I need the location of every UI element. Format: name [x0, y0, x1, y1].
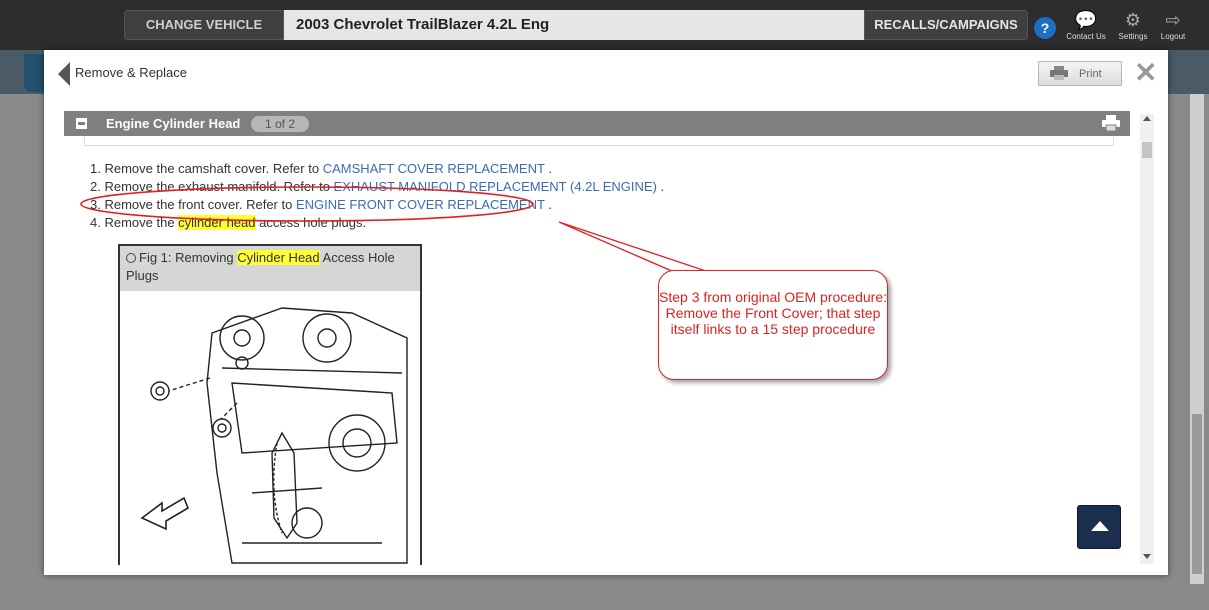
zoom-icon[interactable]	[126, 253, 136, 263]
search-highlight: cylinder head	[178, 215, 256, 230]
logout-label: Logout	[1160, 32, 1186, 41]
search-highlight: Cylinder Head	[237, 250, 320, 265]
step-4: 4. Remove the cylinder head access hole …	[90, 214, 664, 232]
gear-icon: ⚙	[1124, 10, 1142, 30]
step-number: 3.	[90, 197, 101, 212]
scroll-to-top-button[interactable]	[1077, 505, 1121, 549]
camshaft-cover-link[interactable]: CAMSHAFT COVER REPLACEMENT	[323, 161, 545, 176]
section-header[interactable]: Engine Cylinder Head 1 of 2	[64, 111, 1130, 136]
vehicle-name: 2003 Chevrolet TrailBlazer 4.2L Eng	[284, 10, 864, 40]
recalls-campaigns-button[interactable]: RECALLS/CAMPAIGNS	[864, 10, 1028, 40]
step-list: 1. Remove the camshaft cover. Refer to C…	[90, 160, 664, 232]
step-text: Remove the camshaft cover. Refer to	[104, 161, 323, 176]
contact-us-label: Contact Us	[1066, 32, 1106, 41]
figure-panel: Fig 1: Removing Cylinder Head Access Hol…	[118, 244, 422, 565]
front-cover-link[interactable]: ENGINE FRONT COVER REPLACEMENT	[296, 197, 545, 212]
content-scrollbar-thumb[interactable]	[1142, 142, 1152, 158]
engine-diagram[interactable]	[122, 293, 420, 565]
exhaust-manifold-link[interactable]: EXHAUST MANIFOLD REPLACEMENT (4.2L ENGIN…	[334, 179, 657, 194]
step-number: 4.	[90, 215, 101, 230]
print-button[interactable]: Print	[1038, 61, 1122, 86]
step-text: Remove the	[104, 215, 179, 230]
help-icon[interactable]: ?	[1034, 17, 1056, 39]
content-scrollbar[interactable]	[1140, 114, 1154, 564]
logout-icon: ⇨	[1165, 10, 1181, 30]
back-arrow-icon[interactable]	[58, 62, 70, 86]
printer-icon	[1050, 66, 1068, 80]
figure-caption-text: Fig 1: Removing	[139, 250, 238, 265]
scroll-up-icon[interactable]	[1143, 116, 1151, 121]
printer-icon[interactable]	[1102, 115, 1120, 131]
page-scrollbar[interactable]	[1190, 94, 1204, 584]
step-tail: .	[544, 197, 552, 212]
scroll-down-icon[interactable]	[1143, 554, 1151, 559]
step-tail: .	[656, 179, 665, 194]
modal-title[interactable]: Remove & Replace	[75, 65, 187, 80]
step-number: 2.	[90, 179, 101, 194]
step-number: 1.	[90, 161, 101, 176]
print-label: Print	[1079, 68, 1102, 80]
step-tail: .	[544, 161, 552, 176]
procedure-content: Engine Cylinder Head 1 of 2 1. Remove th…	[64, 110, 1130, 565]
top-bar: CHANGE VEHICLE 2003 Chevrolet TrailBlaze…	[0, 0, 1209, 50]
close-icon[interactable]: ✕	[1134, 59, 1157, 87]
annotation-callout: Step 3 from original OEM procedure: Remo…	[658, 270, 888, 380]
remove-replace-modal: Remove & Replace Print ✕ Engine Cylinder…	[44, 50, 1168, 575]
change-vehicle-button[interactable]: CHANGE VEHICLE	[124, 10, 284, 40]
step-text: access hole plugs.	[255, 215, 367, 230]
step-1: 1. Remove the camshaft cover. Refer to C…	[90, 160, 664, 178]
contact-us-button[interactable]: 💬 Contact Us	[1064, 10, 1108, 41]
settings-label: Settings	[1118, 32, 1148, 41]
step-text: Remove the front cover. Refer to	[104, 197, 296, 212]
step-3: 3. Remove the front cover. Refer to ENGI…	[90, 196, 664, 214]
figure-caption: Fig 1: Removing Cylinder Head Access Hol…	[120, 246, 420, 291]
settings-button[interactable]: ⚙ Settings	[1111, 10, 1155, 41]
chat-icon: 💬	[1074, 10, 1098, 30]
section-title: Engine Cylinder Head	[106, 116, 241, 131]
logout-button[interactable]: ⇨ Logout	[1151, 10, 1195, 41]
collapse-icon[interactable]	[76, 118, 87, 129]
page-badge: 1 of 2	[251, 116, 309, 132]
page-scrollbar-thumb[interactable]	[1192, 414, 1202, 574]
step-2: 2. Remove the exhaust manifold. Refer to…	[90, 178, 664, 196]
section-divider	[84, 136, 1114, 146]
step-text: Remove the exhaust manifold. Refer to	[104, 179, 334, 194]
